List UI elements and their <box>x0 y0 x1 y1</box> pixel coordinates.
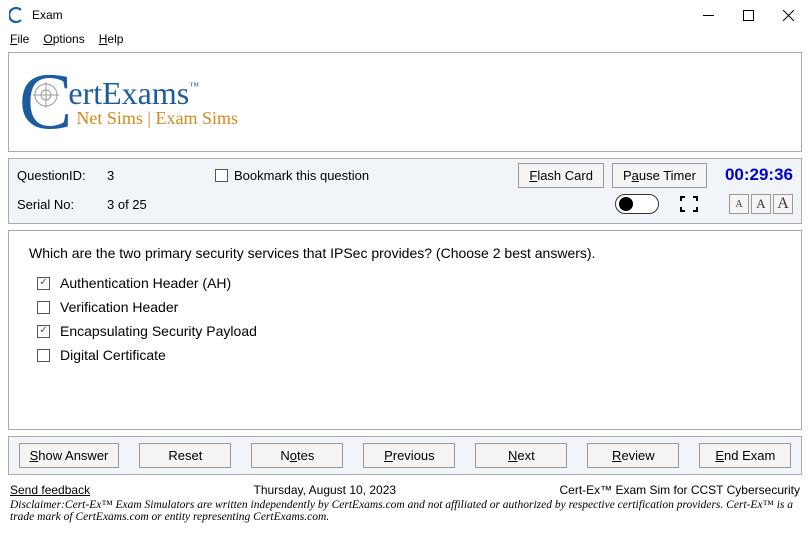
fullscreen-button[interactable] <box>677 194 701 214</box>
answer-option-text: Verification Header <box>60 299 178 315</box>
logo-target-icon <box>33 82 59 108</box>
info-panel: QuestionID: 3 Bookmark this question Fla… <box>8 158 802 224</box>
titlebar: Exam <box>0 0 810 30</box>
logo-panel: C ertExams™ Net Sims | Exam Sims <box>8 52 802 152</box>
bottom-button-bar: Show Answer Reset Notes Previous Next Re… <box>8 436 802 475</box>
bookmark-label: Bookmark this question <box>234 168 369 183</box>
serial-no-value: 3 of 25 <box>107 197 207 212</box>
answer-option-1[interactable]: Verification Header <box>37 299 781 315</box>
checkbox-icon <box>215 169 228 182</box>
send-feedback-link[interactable]: Send feedback <box>10 483 90 497</box>
menu-options[interactable]: Options <box>43 32 84 46</box>
previous-button[interactable]: Previous <box>363 443 455 468</box>
question-id-label: QuestionID: <box>17 168 107 183</box>
next-button[interactable]: Next <box>475 443 567 468</box>
disclaimer-text: Disclaimer:Cert-Ex™ Exam Simulators are … <box>0 499 810 527</box>
checkbox-icon: ✓ <box>37 325 50 338</box>
answer-option-2[interactable]: ✓ Encapsulating Security Payload <box>37 323 781 339</box>
question-id-value: 3 <box>107 168 207 183</box>
minimize-button[interactable] <box>688 1 728 29</box>
logo-text-main: ertExams™ <box>68 75 238 112</box>
pause-timer-button[interactable]: Pause Timer <box>612 163 707 188</box>
answer-option-text: Digital Certificate <box>60 347 166 363</box>
checkbox-icon: ✓ <box>37 277 50 290</box>
menu-file[interactable]: File <box>10 32 29 46</box>
question-panel: Which are the two primary security servi… <box>8 230 802 430</box>
answer-option-0[interactable]: ✓ Authentication Header (AH) <box>37 275 781 291</box>
theme-toggle[interactable] <box>615 194 659 214</box>
serial-no-label: Serial No: <box>17 197 107 212</box>
logo-text-sub: Net Sims | Exam Sims <box>76 108 238 129</box>
font-size-medium[interactable]: A <box>751 194 771 214</box>
font-size-large[interactable]: A <box>773 194 793 214</box>
reset-button[interactable]: Reset <box>139 443 231 468</box>
footer-row: Send feedback Thursday, August 10, 2023 … <box>0 481 810 499</box>
font-size-small[interactable]: A <box>729 194 749 214</box>
checkbox-icon <box>37 349 50 362</box>
checkbox-icon <box>37 301 50 314</box>
show-answer-button[interactable]: Show Answer <box>19 443 120 468</box>
timer-display: 00:29:36 <box>725 165 793 185</box>
flash-card-button[interactable]: Flash Card <box>518 163 604 188</box>
bookmark-checkbox[interactable]: Bookmark this question <box>215 168 369 183</box>
review-button[interactable]: Review <box>587 443 679 468</box>
close-button[interactable] <box>768 1 808 29</box>
maximize-button[interactable] <box>728 1 768 29</box>
answer-option-text: Encapsulating Security Payload <box>60 323 257 339</box>
app-icon <box>8 6 26 24</box>
footer-product: Cert-Ex™ Exam Sim for CCST Cybersecurity <box>560 483 801 497</box>
end-exam-button[interactable]: End Exam <box>699 443 791 468</box>
window-title: Exam <box>32 8 688 22</box>
notes-button[interactable]: Notes <box>251 443 343 468</box>
answer-option-3[interactable]: Digital Certificate <box>37 347 781 363</box>
answer-option-text: Authentication Header (AH) <box>60 275 231 291</box>
question-text: Which are the two primary security servi… <box>29 245 781 261</box>
menu-help[interactable]: Help <box>99 32 124 46</box>
footer-date: Thursday, August 10, 2023 <box>90 483 559 497</box>
menubar: File Options Help <box>0 30 810 50</box>
